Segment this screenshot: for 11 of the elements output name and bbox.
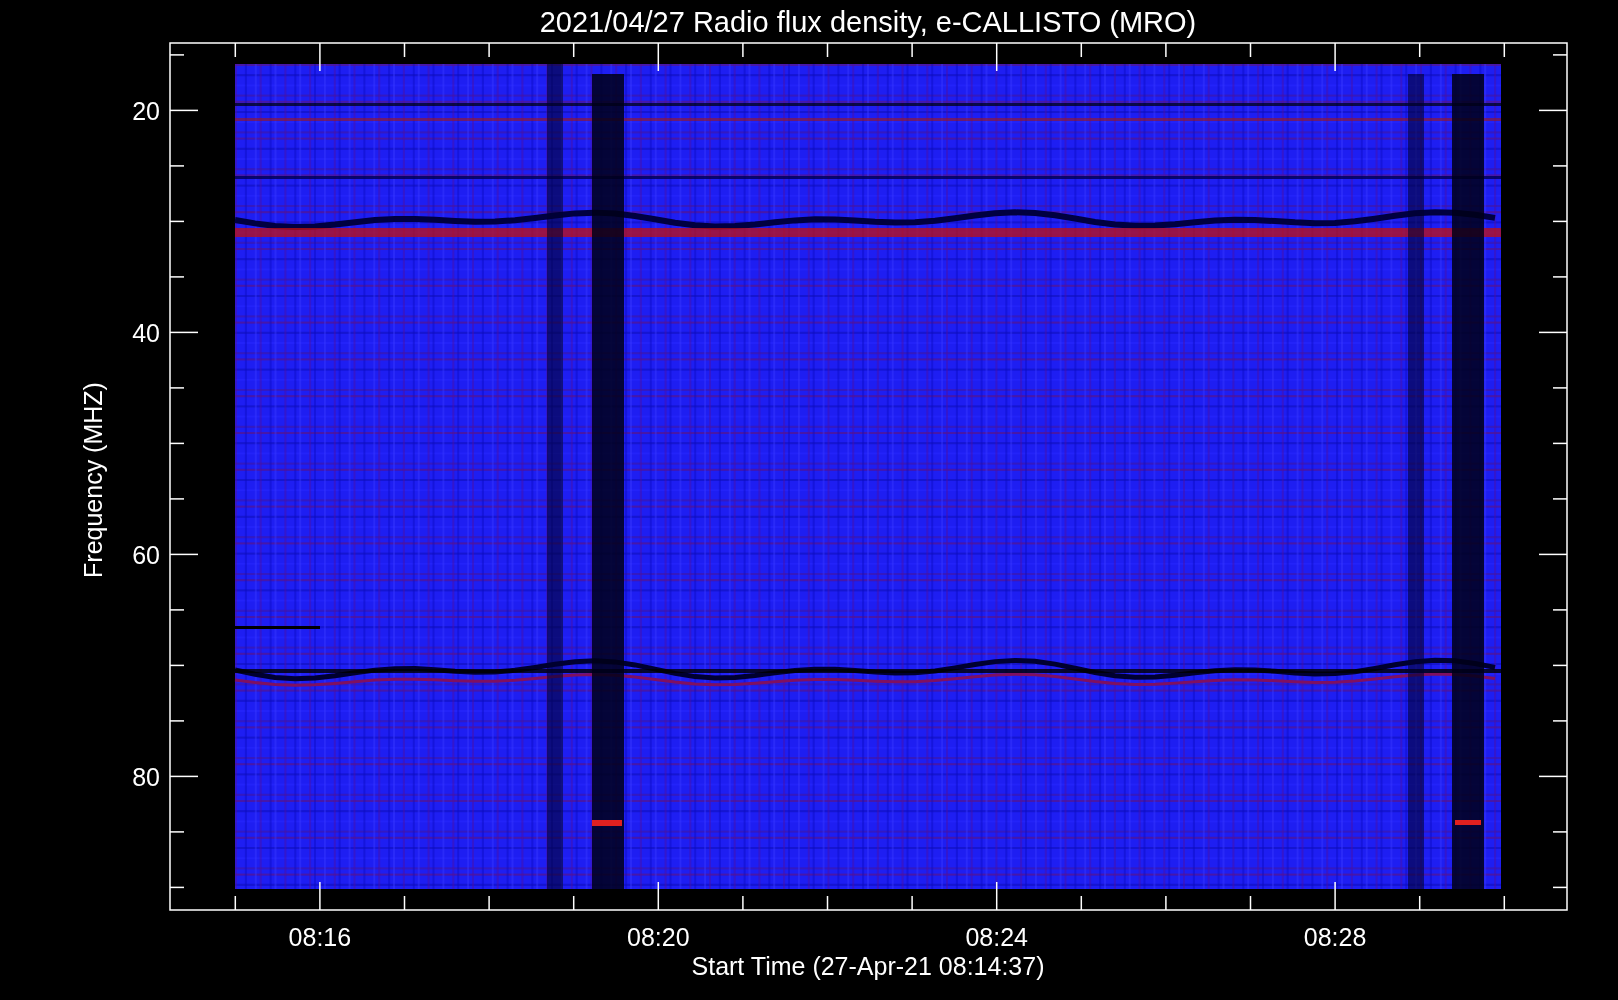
x-tick-label: 08:16: [288, 923, 352, 951]
chart-title: 2021/04/27 Radio flux density, e-CALLISTO (MRO): [539, 6, 1197, 38]
x-axis-label: Start Time (27-Apr-21 08:14:37): [691, 952, 1045, 980]
y-tick-label: 60: [132, 541, 160, 570]
x-tick-label: 08:20: [627, 923, 690, 951]
x-tick-label: 08:28: [1303, 923, 1367, 951]
y-tick-label: 40: [132, 319, 160, 348]
y-tick-label: 20: [132, 97, 160, 126]
x-tick-label: 08:24: [965, 923, 1028, 951]
y-tick-label: 80: [132, 763, 160, 792]
y-axis-label: Frequency (MHZ): [79, 382, 107, 578]
